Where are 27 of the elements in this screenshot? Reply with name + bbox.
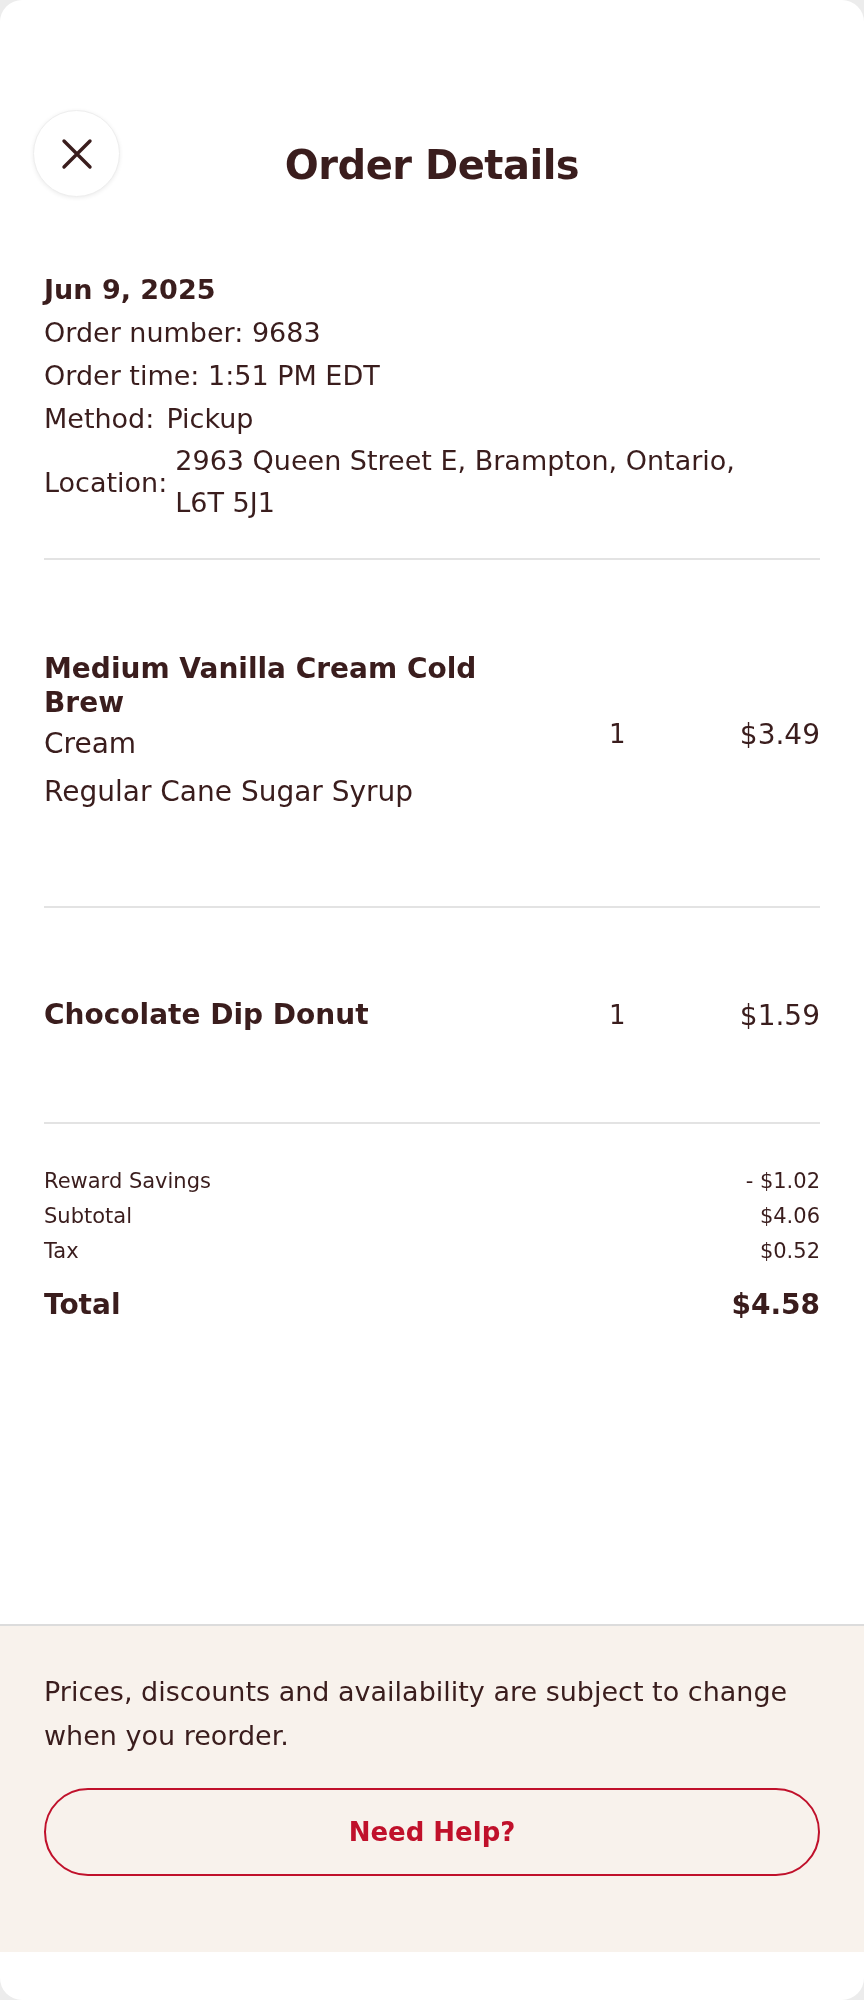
order-date: Jun 9, 2025 (44, 273, 217, 307)
method-label: Method: (44, 402, 155, 436)
item-quantity: 1 (608, 719, 627, 749)
item-quantity: 1 (608, 1000, 627, 1030)
reorder-notice: Prices, discounts and availability are subject to change when you reorder. (44, 1675, 789, 1753)
location-address: 2963 Queen Street E, Brampton, Ontario, L6T 5J1 (175, 444, 736, 520)
item-name: Chocolate Dip Donut (44, 998, 370, 1032)
item-price: $3.49 (738, 717, 820, 751)
location-label: Location: (44, 465, 168, 500)
item-price: $1.59 (738, 998, 820, 1032)
close-icon (59, 136, 94, 171)
summary-value: $0.52 (759, 1238, 820, 1265)
order-number: Order number: 9683 (44, 316, 322, 350)
page-title: Order Details (284, 142, 580, 188)
total-label: Total (44, 1287, 121, 1322)
item-option: Cream (44, 720, 564, 768)
summary-value: - $1.02 (745, 1168, 820, 1195)
summary-label: Subtotal (44, 1203, 132, 1230)
item-option: Regular Cane Sugar Syrup (44, 768, 564, 816)
method-value: Pickup (166, 402, 254, 436)
summary-label: Reward Savings (44, 1168, 211, 1195)
summary-label: Tax (44, 1238, 79, 1265)
need-help-button[interactable]: Need Help? (44, 1788, 820, 1876)
summary-value: $4.06 (759, 1203, 820, 1230)
order-time: Order time: 1:51 PM EDT (44, 359, 381, 393)
item-name: Medium Vanilla Cream Cold Brew (44, 652, 478, 720)
total-value: $4.58 (731, 1287, 820, 1322)
